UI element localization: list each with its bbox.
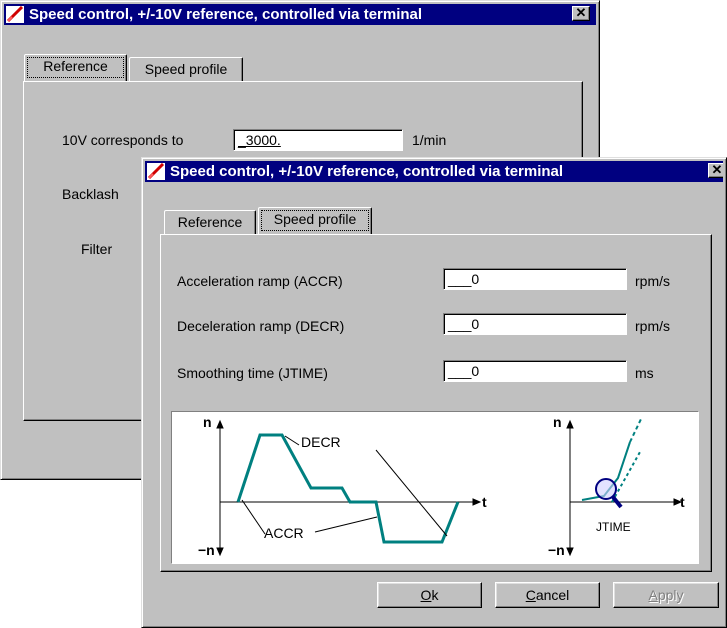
- ten-v-input[interactable]: _3000.: [233, 129, 403, 151]
- decr-unit: rpm/s: [635, 318, 670, 334]
- backlash-label: Backlash: [62, 186, 119, 202]
- right-axes: [566, 419, 683, 557]
- left-leader-lines: [241, 435, 448, 537]
- right-jtime-dashed: [629, 416, 643, 443]
- right-n-top: n: [553, 414, 562, 430]
- right-n-bottom: −n: [548, 542, 565, 558]
- magnifier-icon: [595, 478, 623, 509]
- front-tab-reference[interactable]: Reference: [164, 210, 256, 234]
- decr-label: Deceleration ramp (DECR): [177, 318, 345, 334]
- back-title-text: Speed control, +/-10V reference, control…: [29, 6, 423, 23]
- jtime-unit: ms: [635, 365, 654, 381]
- decr-input[interactable]: ___0: [443, 313, 627, 335]
- accr-label: Acceleration ramp (ACCR): [177, 273, 343, 289]
- filter-label: Filter: [81, 241, 113, 257]
- ten-v-unit: 1/min: [412, 132, 447, 148]
- left-n-top: n: [203, 414, 212, 430]
- front-dialog: Speed control, +/-10V reference, control…: [141, 157, 727, 628]
- speed-profile-diagram: n −n t DECR ACCR n −n t JTIME: [171, 411, 699, 564]
- cancel-button[interactable]: Cancel: [495, 582, 600, 608]
- decr-annotation: DECR: [301, 434, 341, 450]
- back-tab-speed-profile[interactable]: Speed profile: [129, 57, 243, 81]
- front-title-bar[interactable]: Speed control, +/-10V reference, control…: [145, 161, 723, 182]
- ten-v-label: 10V corresponds to: [62, 132, 184, 148]
- back-title-bar[interactable]: Speed control, +/-10V reference, control…: [4, 4, 596, 25]
- left-n-bottom: −n: [198, 542, 215, 558]
- accr-annotation: ACCR: [264, 525, 304, 541]
- speed-profile-graphic: [216, 416, 683, 557]
- back-close-button[interactable]: ✕: [572, 6, 590, 21]
- jtime-annotation: JTIME: [596, 520, 631, 534]
- close-icon: ✕: [711, 162, 723, 177]
- front-close-button[interactable]: ✕: [708, 163, 723, 178]
- jtime-input[interactable]: ___0: [443, 360, 627, 382]
- front-tab-speed-profile[interactable]: Speed profile: [258, 207, 372, 234]
- left-t-label: t: [482, 494, 487, 510]
- back-tab-reference[interactable]: Reference: [24, 54, 127, 81]
- jtime-label: Smoothing time (JTIME): [177, 365, 328, 381]
- accr-unit: rpm/s: [635, 273, 670, 289]
- front-title-text: Speed control, +/-10V reference, control…: [170, 163, 564, 180]
- app-icon: [147, 163, 165, 180]
- accr-input[interactable]: ___0: [443, 268, 627, 290]
- close-icon: ✕: [575, 5, 587, 20]
- right-t-label: t: [680, 494, 685, 510]
- right-linear-dashed: [611, 451, 641, 503]
- ok-button[interactable]: Ok: [377, 582, 482, 608]
- apply-button[interactable]: Apply: [613, 582, 719, 608]
- app-icon: [6, 6, 24, 23]
